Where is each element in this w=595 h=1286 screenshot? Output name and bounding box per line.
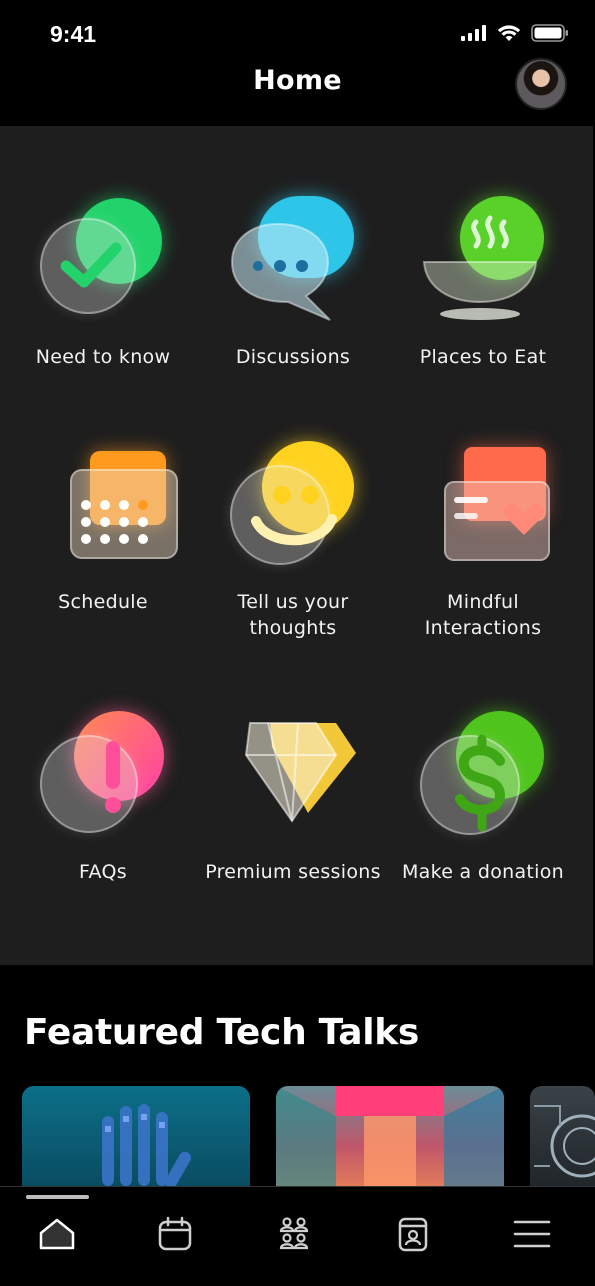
section-title: Featured Tech Talks xyxy=(24,1012,420,1053)
tile-label: FAQs xyxy=(79,861,127,883)
avatar[interactable] xyxy=(515,58,567,110)
tile-label: Schedule xyxy=(58,591,148,613)
tile-label: Premium sessions xyxy=(205,861,381,883)
battery-icon xyxy=(531,24,568,42)
tile-places-to-eat[interactable]: Places to Eat xyxy=(388,196,578,370)
calendar-icon xyxy=(38,441,178,571)
tile-label: Tell us your thoughts xyxy=(237,591,349,639)
nav-schedule[interactable] xyxy=(150,1209,200,1259)
cellular-signal-icon xyxy=(461,25,486,41)
neon-corridor-image xyxy=(276,1086,504,1186)
soup-bowl-icon xyxy=(418,196,548,326)
menu-icon xyxy=(513,1220,551,1248)
diamond-icon xyxy=(228,711,358,841)
tile-schedule[interactable]: Schedule xyxy=(8,441,198,615)
active-tab-indicator xyxy=(26,1195,89,1199)
nav-home[interactable] xyxy=(32,1209,82,1259)
tile-label: Make a donation xyxy=(401,861,565,883)
nav-menu[interactable] xyxy=(507,1209,557,1259)
robot-hand-image xyxy=(102,1104,191,1186)
tile-label: Need to know xyxy=(35,346,171,368)
wifi-icon xyxy=(497,24,521,41)
dollar-icon xyxy=(418,711,548,841)
tile-discussions[interactable]: Discussions xyxy=(198,196,388,370)
status-icons xyxy=(461,24,569,42)
featured-card[interactable] xyxy=(276,1086,504,1186)
tile-need-to-know[interactable]: Need to know xyxy=(8,196,198,370)
tile-label: Places to Eat xyxy=(419,346,547,368)
badge-icon xyxy=(398,1217,428,1252)
nav-people[interactable] xyxy=(269,1209,319,1259)
tile-tell-us-your-thoughts[interactable]: Tell us your thoughts xyxy=(198,441,388,641)
home-icon xyxy=(39,1218,75,1250)
page-title: Home xyxy=(253,65,342,96)
smiley-icon xyxy=(228,441,358,571)
tech-circuit-image xyxy=(534,1105,595,1178)
app-header: Home xyxy=(0,55,595,125)
people-icon xyxy=(279,1217,309,1250)
heart-card-icon xyxy=(418,441,550,571)
nav-badge[interactable] xyxy=(388,1209,438,1259)
tile-make-a-donation[interactable]: Make a donation xyxy=(388,711,578,885)
check-icon xyxy=(38,196,168,326)
exclamation-icon xyxy=(38,711,168,841)
bottom-nav xyxy=(0,1186,595,1286)
tile-mindful-interactions[interactable]: Mindful Interactions xyxy=(388,441,578,641)
status-time: 9:41 xyxy=(50,21,97,47)
tile-premium-sessions[interactable]: Premium sessions xyxy=(198,711,388,885)
featured-card[interactable] xyxy=(22,1086,250,1186)
calendar-icon xyxy=(158,1216,192,1251)
featured-card[interactable] xyxy=(530,1086,595,1186)
tile-label: Mindful Interactions xyxy=(424,591,542,639)
chat-bubbles-icon xyxy=(228,196,358,326)
quick-links-grid: Need to know Discussions Places to Eat S… xyxy=(0,126,593,965)
tile-faqs[interactable]: FAQs xyxy=(8,711,198,885)
tile-label: Discussions xyxy=(235,346,351,368)
